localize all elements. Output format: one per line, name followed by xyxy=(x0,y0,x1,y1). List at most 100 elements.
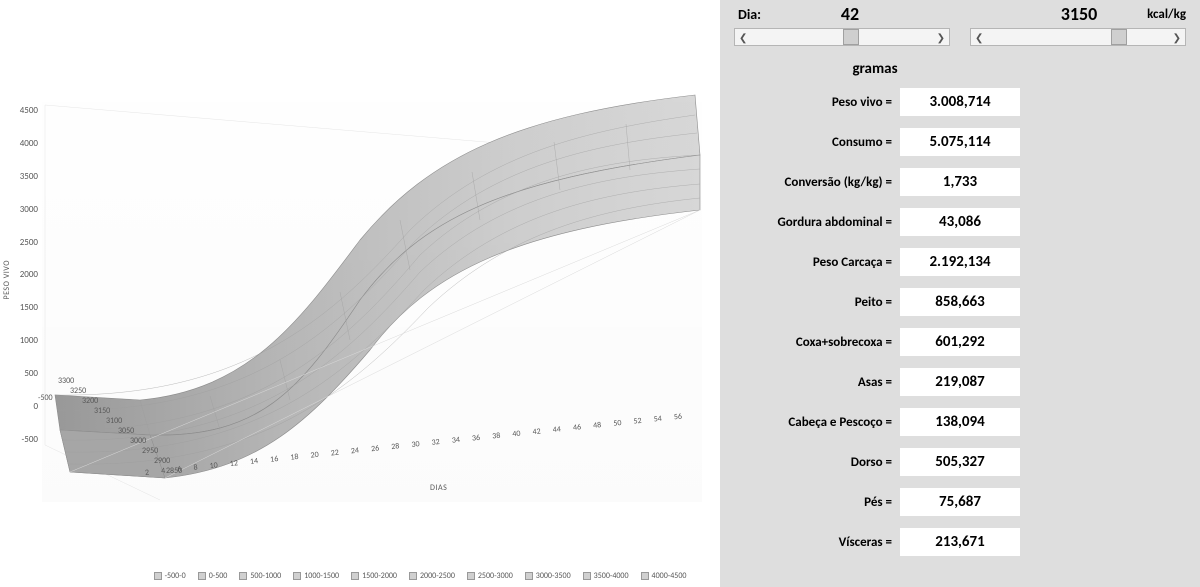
tick: 3150 xyxy=(94,406,110,416)
tick: 3300 xyxy=(58,376,74,386)
tick: 3000 xyxy=(130,436,146,446)
tick: 30 xyxy=(411,439,420,450)
swatch-icon xyxy=(239,572,247,580)
tick: 52 xyxy=(633,416,642,427)
row-label: Conversão (kg/kg) = xyxy=(740,175,900,190)
legend-item: 0-500 xyxy=(198,571,228,581)
x-axis-label: DIAS xyxy=(430,483,447,493)
chevron-left-icon[interactable]: ❮ xyxy=(975,31,983,44)
row-label: Vísceras = xyxy=(740,535,900,550)
row-value: 43,086 xyxy=(900,208,1020,236)
row-value: 505,327 xyxy=(900,448,1020,476)
tick: 24 xyxy=(350,446,359,457)
swatch-icon xyxy=(293,572,301,580)
row-label: Peso Carcaça = xyxy=(740,255,900,270)
tick: 22 xyxy=(330,448,339,459)
tick: 54 xyxy=(653,414,662,425)
panel-header: Dia: 42 3150 kcal/kg xyxy=(730,2,1190,26)
result-row: Consumo =5.075,114 xyxy=(740,128,1190,156)
result-row: Pés =75,687 xyxy=(740,488,1190,516)
legend-item: 3000-3500 xyxy=(525,571,571,581)
surface-plot xyxy=(0,60,720,540)
legend-item: 1500-2000 xyxy=(351,571,397,581)
tick: 56 xyxy=(673,412,682,423)
legend-label: 500-1000 xyxy=(250,571,281,581)
swatch-icon xyxy=(583,572,591,580)
tick: 34 xyxy=(451,435,460,446)
unit-header: gramas xyxy=(730,60,1020,78)
result-row: Coxa+sobrecoxa =601,292 xyxy=(740,328,1190,356)
row-label: Cabeça e Pescoço = xyxy=(740,415,900,430)
chevron-right-icon[interactable]: ❯ xyxy=(937,31,945,44)
legend-item: 2000-2500 xyxy=(409,571,455,581)
row-value: 601,292 xyxy=(900,328,1020,356)
tick: 48 xyxy=(593,420,602,431)
energy-unit: kcal/kg xyxy=(1134,7,1190,22)
result-row: Peso Carcaça =2.192,134 xyxy=(740,248,1190,276)
swatch-icon xyxy=(198,572,206,580)
tick: 2850 xyxy=(166,466,182,476)
tick: 44 xyxy=(552,424,561,435)
tick: 8 xyxy=(193,463,198,473)
legend-item: 4000-4500 xyxy=(641,571,687,581)
tick: -500 xyxy=(38,393,53,403)
row-label: Gordura abdominal = xyxy=(740,215,900,230)
slider-thumb[interactable] xyxy=(843,29,859,45)
row-value: 1,733 xyxy=(900,168,1020,196)
row-label: Consumo = xyxy=(740,135,900,150)
results-panel: Dia: 42 3150 kcal/kg ❮ ❯ ❮ ❯ gramas Peso… xyxy=(720,0,1200,587)
swatch-icon xyxy=(351,572,359,580)
chart-legend: -500-0 0-500 500-1000 1000-1500 1500-200… xyxy=(140,571,700,581)
tick: 38 xyxy=(492,431,501,442)
result-row: Peso vivo =3.008,714 xyxy=(740,88,1190,116)
tick: 16 xyxy=(270,454,279,465)
surface-chart: PESO VIVO 4500 4000 3500 3000 2500 2000 … xyxy=(0,0,720,587)
tick: 40 xyxy=(512,429,521,440)
row-value: 75,687 xyxy=(900,488,1020,516)
legend-label: 3500-4000 xyxy=(594,571,629,581)
legend-item: -500-0 xyxy=(154,571,186,581)
row-label: Coxa+sobrecoxa = xyxy=(740,335,900,350)
tick: 20 xyxy=(310,450,319,461)
tick: 2 xyxy=(144,468,149,478)
row-label: Asas = xyxy=(740,375,900,390)
tick: 12 xyxy=(229,458,238,469)
legend-label: -500-0 xyxy=(165,571,186,581)
result-row: Gordura abdominal =43,086 xyxy=(740,208,1190,236)
row-value: 858,663 xyxy=(900,288,1020,316)
row-value: 2.192,134 xyxy=(900,248,1020,276)
chevron-left-icon[interactable]: ❮ xyxy=(739,31,747,44)
row-value: 219,087 xyxy=(900,368,1020,396)
row-label: Pés = xyxy=(740,495,900,510)
swatch-icon xyxy=(641,572,649,580)
tick: 50 xyxy=(613,418,622,429)
dia-label: Dia: xyxy=(730,6,790,23)
dia-value: 42 xyxy=(790,3,910,25)
energy-value: 3150 xyxy=(1024,3,1134,25)
swatch-icon xyxy=(154,572,162,580)
legend-item: 2500-3000 xyxy=(467,571,513,581)
tick: 2900 xyxy=(154,456,170,466)
legend-label: 4000-4500 xyxy=(652,571,687,581)
tick: 28 xyxy=(391,441,400,452)
chevron-right-icon[interactable]: ❯ xyxy=(1173,31,1181,44)
tick: 10 xyxy=(209,460,218,471)
legend-label: 1500-2000 xyxy=(362,571,397,581)
tick: 3200 xyxy=(82,396,98,406)
result-row: Asas =219,087 xyxy=(740,368,1190,396)
tick: 26 xyxy=(371,443,380,454)
legend-item: 3500-4000 xyxy=(583,571,629,581)
tick: 3250 xyxy=(70,386,86,396)
result-row: Vísceras =213,671 xyxy=(740,528,1190,556)
tick: 46 xyxy=(572,422,581,433)
legend-label: 2000-2500 xyxy=(420,571,455,581)
legend-label: 2500-3000 xyxy=(478,571,513,581)
tick: 32 xyxy=(431,437,440,448)
tick: 4 xyxy=(161,466,166,476)
result-row: Cabeça e Pescoço =138,094 xyxy=(740,408,1190,436)
result-row: Dorso =505,327 xyxy=(740,448,1190,476)
result-row: Conversão (kg/kg) =1,733 xyxy=(740,168,1190,196)
dia-slider[interactable]: ❮ ❯ xyxy=(734,28,950,46)
energy-slider[interactable]: ❮ ❯ xyxy=(970,28,1186,46)
slider-thumb[interactable] xyxy=(1111,29,1127,45)
